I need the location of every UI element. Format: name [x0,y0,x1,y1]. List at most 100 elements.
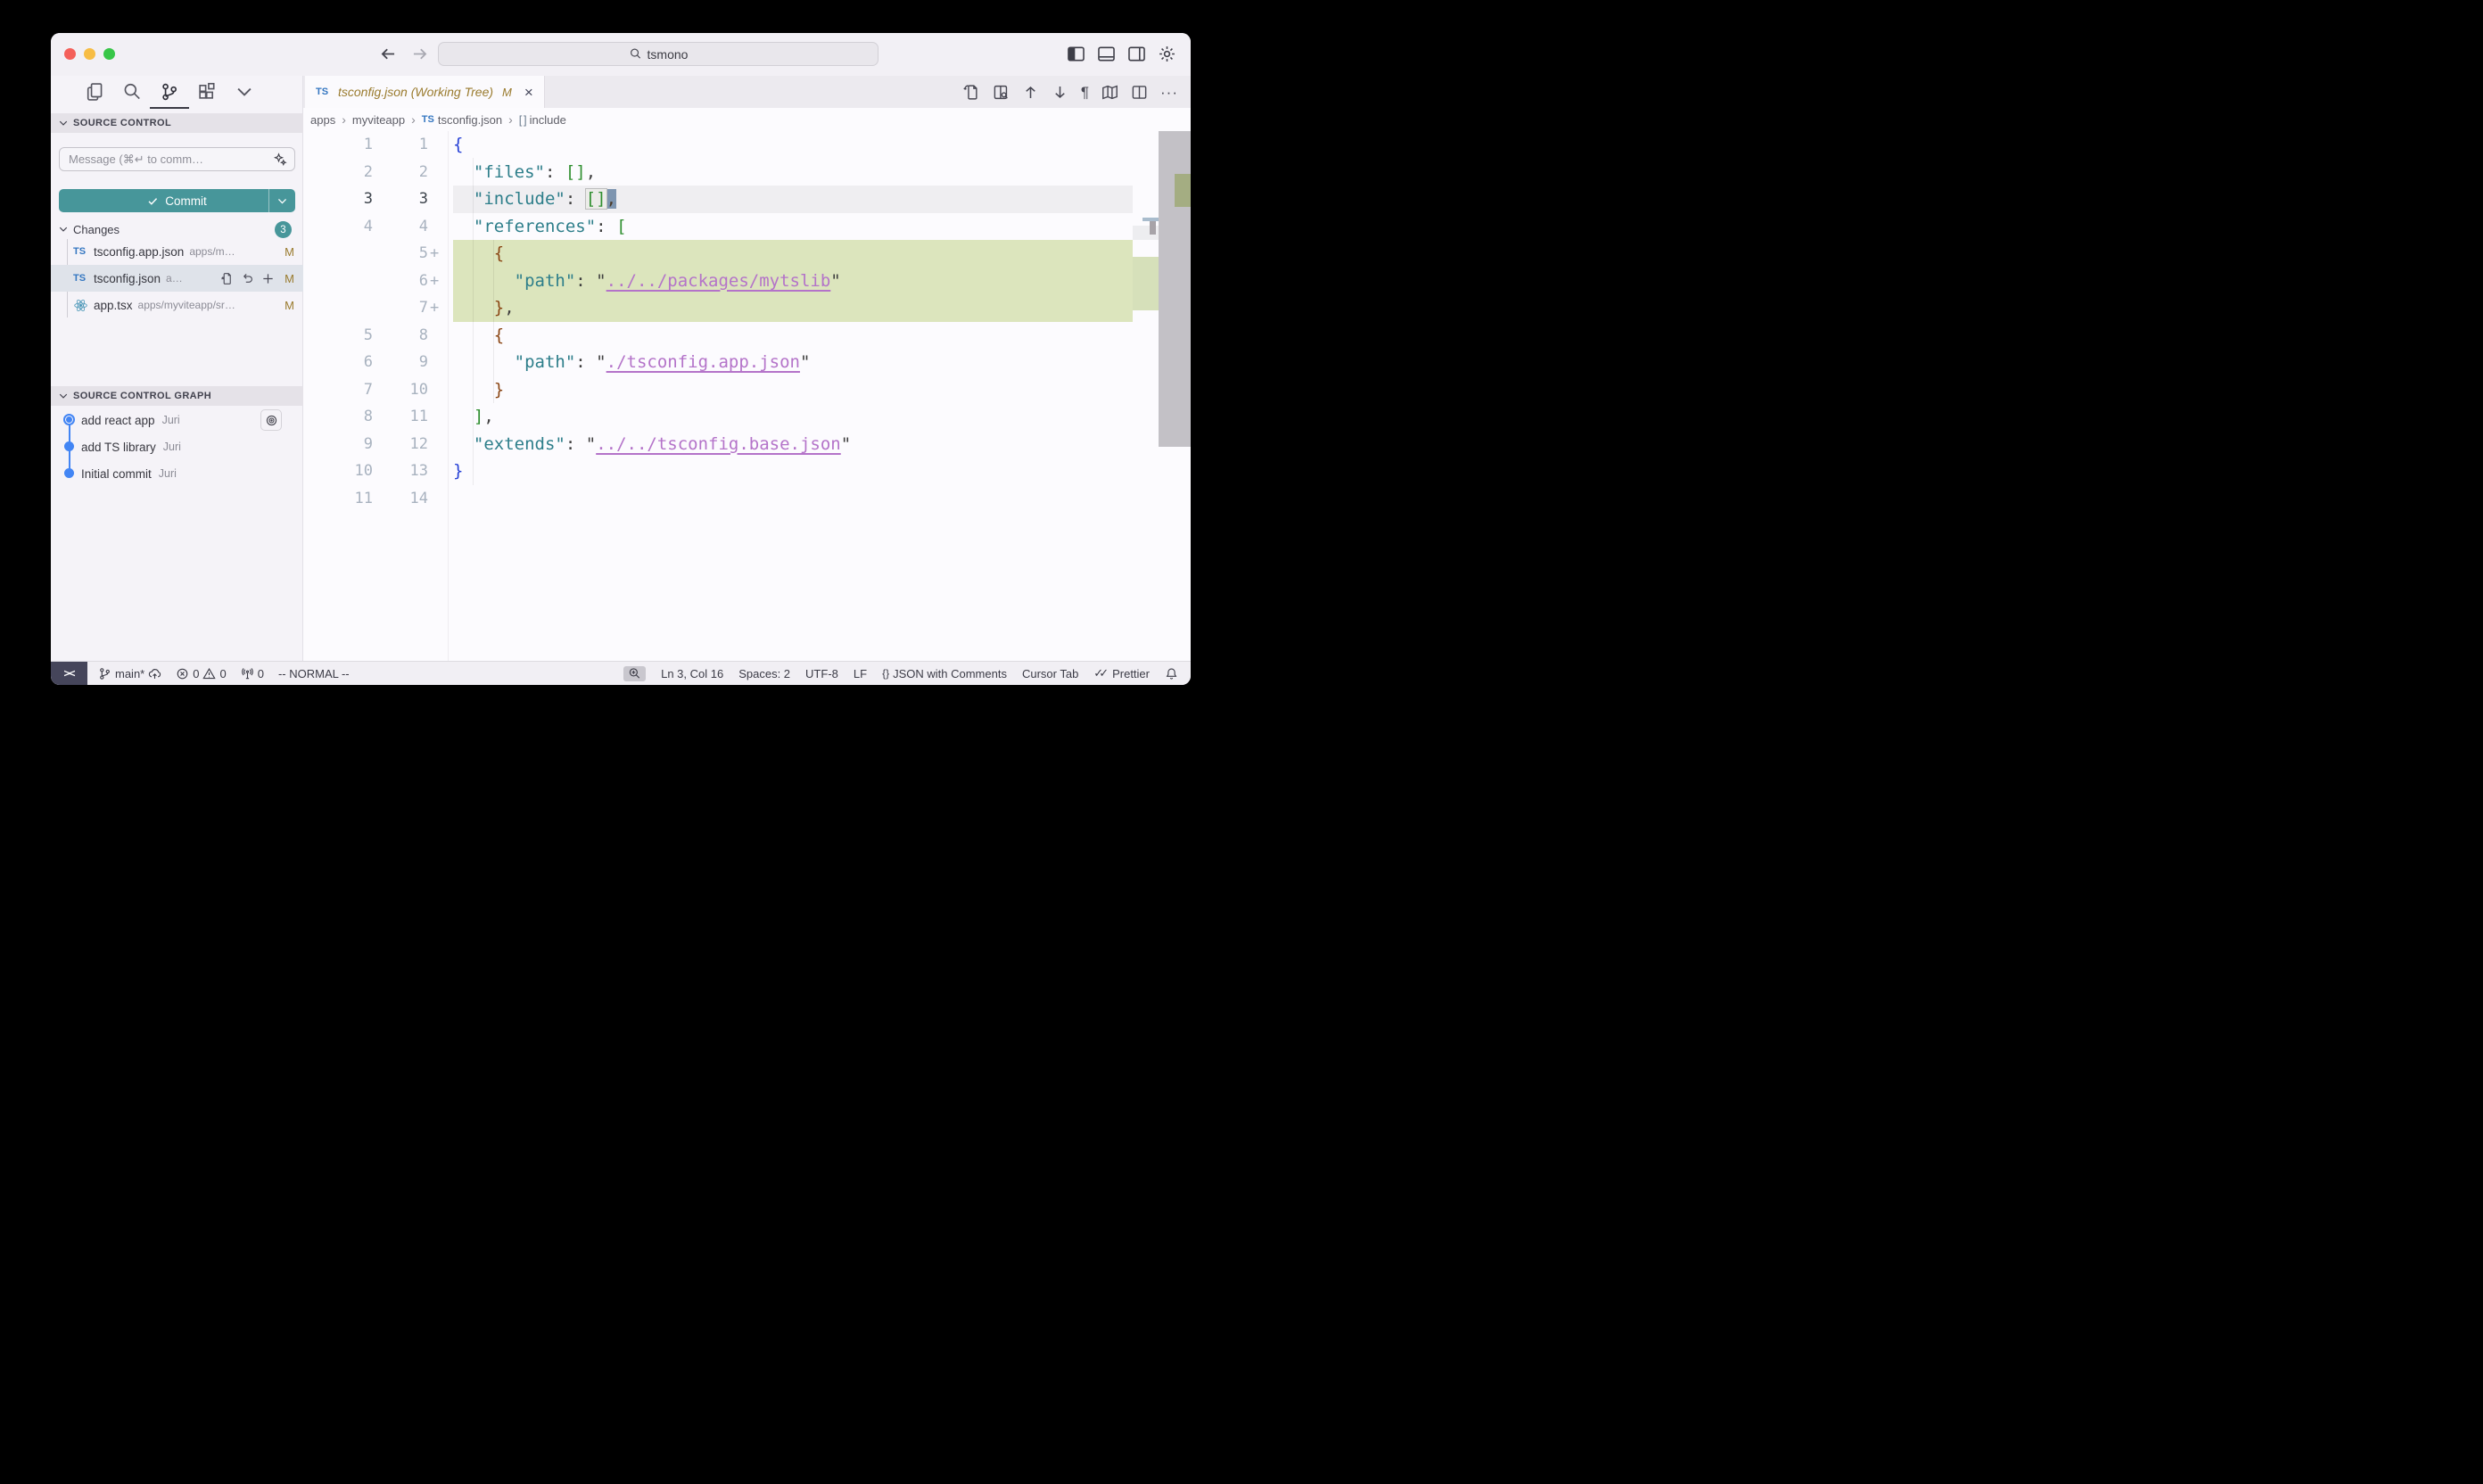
history-back-icon[interactable] [379,45,398,63]
code-line[interactable]: 44 "references": [ [303,213,1191,241]
code-line[interactable]: 58 { [303,322,1191,350]
changed-file-tsconfig.app.json[interactable]: TStsconfig.app.jsonapps/m…M [51,238,303,265]
added-line-marker: + [428,240,444,268]
minimap[interactable] [1133,131,1159,661]
status-language-mode[interactable]: {}JSON with Comments [882,667,1007,680]
zoom-window-button[interactable] [103,48,115,60]
stage-icon[interactable] [261,272,275,285]
commit-author: Juri [159,467,177,480]
status-eol[interactable]: LF [854,667,867,680]
goto-current-commit-button[interactable] [260,409,282,431]
code-line[interactable]: 1114 [303,485,1191,513]
code-text: "path": "../../packages/mytslib" [453,268,1191,295]
tab-tsconfig-working-tree[interactable]: TS tsconfig.json (Working Tree) M × [305,76,545,108]
status-indentation[interactable]: Spaces: 2 [738,667,790,680]
code-line[interactable]: 11{ [303,131,1191,159]
new-line-number: 6 [373,268,428,295]
commit-button[interactable]: Commit [59,189,295,212]
old-line-number [303,240,373,268]
map-icon[interactable] [1101,84,1118,101]
changes-label: Changes [73,223,120,236]
arrow-down-icon[interactable] [1052,84,1068,101]
views-more-icon [235,82,254,102]
changed-file-app.tsx[interactable]: app.tsxapps/myviteapp/sr…M [51,292,303,318]
search-icon [122,82,142,102]
status-notifications[interactable] [1165,667,1178,680]
commit-row[interactable]: add TS libraryJuri [51,433,303,460]
diff-editor[interactable]: 11{22 "files": [],33 "include": [],44 "r… [303,131,1191,661]
breadcrumb-item-apps[interactable]: apps [310,113,335,127]
activity-item-views-more[interactable] [235,78,254,105]
source-control-graph-header[interactable]: SOURCE CONTROL GRAPH [51,386,303,406]
code-line[interactable]: 69 "path": "./tsconfig.app.json" [303,349,1191,376]
activity-item-extensions[interactable] [197,78,217,105]
code-line[interactable]: 22 "files": [], [303,159,1191,186]
panel-right-icon[interactable] [1127,45,1146,63]
open-file-icon[interactable] [220,272,234,285]
code-line[interactable]: 7+ }, [303,294,1191,322]
command-center-search[interactable]: tsmono [438,42,879,66]
sparkle-icon[interactable] [273,153,287,167]
activity-item-explorer[interactable] [85,78,104,105]
commit-row[interactable]: add react appJuri [51,407,303,433]
gear-icon[interactable] [1158,45,1176,63]
commit-message-input[interactable]: Message (⌘↵ to comm… [59,147,295,171]
changes-section-header[interactable]: Changes 3 [51,218,303,240]
activity-item-search[interactable] [122,78,142,105]
status-ports[interactable]: 0 [241,667,264,680]
commit-row[interactable]: Initial commitJuri [51,460,303,487]
code-line[interactable]: 811 ], [303,403,1191,431]
code-line[interactable]: 5+ { [303,240,1191,268]
titlebar[interactable]: tsmono [51,33,1191,76]
code-text: }, [453,294,1191,322]
commit-author: Juri [163,441,181,453]
remote-indicator[interactable]: >< [51,662,87,686]
status-cursor-position[interactable]: Ln 3, Col 16 [661,667,723,680]
more-actions-icon[interactable]: ··· [1160,84,1178,101]
status-encoding[interactable]: UTF-8 [805,667,838,680]
gutter-border [448,131,449,661]
breadcrumb-item-myviteapp[interactable]: myviteapp [352,113,405,127]
tab-close-icon[interactable]: × [524,85,533,100]
inline-view-icon[interactable] [993,84,1010,101]
new-line-number: 7 [373,294,428,322]
status-zoom-indicator[interactable] [623,666,646,681]
pilcrow-icon[interactable]: ¶ [1081,84,1089,101]
breadcrumb-item-tsconfig.json[interactable]: TStsconfig.json [422,113,502,127]
minimap-text-mark [1150,221,1156,235]
code-line[interactable]: 912 "extends": "../../tsconfig.base.json… [303,431,1191,458]
split-editor-icon[interactable] [1131,84,1148,101]
status-formatter[interactable]: ✓✓Prettier [1093,666,1150,680]
code-line[interactable]: 33 "include": [], [303,186,1191,213]
breadcrumb-item-include[interactable]: [ ]include [519,113,566,127]
minimize-window-button[interactable] [84,48,95,60]
chevron-down-icon [58,391,69,401]
panel-bottom-icon[interactable] [1097,45,1116,63]
activity-item-source-control[interactable] [160,78,179,105]
panel-left-icon[interactable] [1067,45,1085,63]
changed-file-tsconfig.json[interactable]: TStsconfig.jsona…M [51,265,303,292]
commit-dropdown-button[interactable] [268,189,295,212]
close-window-button[interactable] [64,48,76,60]
status-problems[interactable]: 00 [176,667,226,680]
code-line[interactable]: 710 } [303,376,1191,404]
status-branch-status[interactable]: main* [98,667,161,680]
bell-icon [1165,667,1178,680]
screen-background: tsmono SOURCE CONTROL Message (⌘↵ to com… [0,0,1242,742]
source-control-header[interactable]: SOURCE CONTROL [51,113,303,133]
code-line[interactable]: 1013} [303,458,1191,485]
old-line-number: 8 [303,403,373,431]
old-line-number: 10 [303,458,373,485]
history-forward-icon[interactable] [410,45,429,63]
commit-label: Commit [165,194,207,208]
discard-icon[interactable] [241,272,254,285]
code-line[interactable]: 6+ "path": "../../packages/mytslib" [303,268,1191,295]
new-line-number: 10 [373,376,428,404]
old-line-number: 7 [303,376,373,404]
open-changes-icon[interactable] [963,84,980,101]
arrow-up-icon[interactable] [1022,84,1039,101]
commit-author: Juri [162,414,180,426]
status-cursor-tab[interactable]: Cursor Tab [1022,667,1078,680]
new-line-number: 2 [373,159,428,186]
status-vim-mode[interactable]: -- NORMAL -- [278,667,350,680]
